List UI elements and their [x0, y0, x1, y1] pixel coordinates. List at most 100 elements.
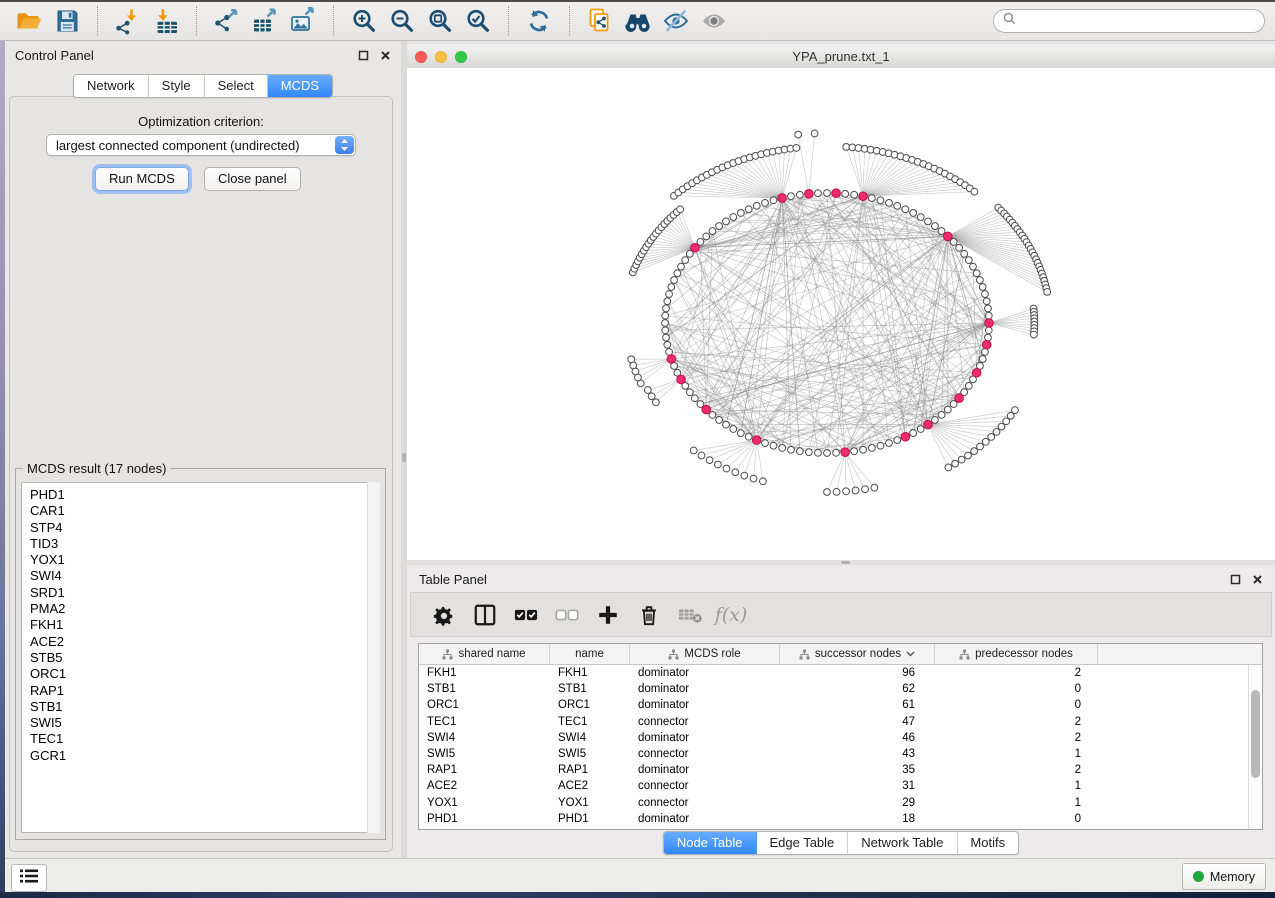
import-network-icon[interactable] [112, 5, 144, 37]
mcds-result-item[interactable]: STB1 [30, 699, 379, 715]
column-header-MCDS-role[interactable]: MCDS role [630, 644, 780, 664]
share-document-icon[interactable] [584, 5, 616, 37]
mcds-list-scrollbar[interactable] [367, 482, 380, 833]
memory-label: Memory [1210, 870, 1255, 884]
save-session-icon[interactable] [51, 5, 83, 37]
network-window-title: YPA_prune.txt_1 [407, 49, 1275, 64]
toolbar-separator [569, 6, 570, 36]
show-all-icon[interactable] [698, 5, 730, 37]
table-row[interactable]: TEC1TEC1connector472 [419, 714, 1262, 730]
close-panel-button[interactable]: Close panel [204, 167, 301, 191]
criterion-dropdown[interactable]: largest connected component (undirected) [46, 134, 356, 156]
mcds-result-item[interactable]: SWI5 [30, 715, 379, 731]
table-cell: 47 [780, 714, 935, 730]
run-mcds-button[interactable]: Run MCDS [95, 167, 189, 191]
float-table-panel-icon[interactable] [1229, 573, 1241, 585]
tab-select[interactable]: Select [205, 75, 268, 97]
table-cell: RAP1 [419, 762, 550, 778]
hide-selected-icon[interactable] [660, 5, 692, 37]
search-box[interactable] [993, 9, 1265, 33]
mcds-result-item[interactable]: GCR1 [30, 748, 379, 764]
table-row[interactable]: SWI4SWI4dominator462 [419, 730, 1262, 746]
zoom-out-icon[interactable] [386, 5, 418, 37]
mcds-result-item[interactable]: ACE2 [30, 634, 379, 650]
table-cell: 43 [780, 746, 935, 762]
memory-button[interactable]: Memory [1182, 863, 1266, 890]
mcds-result-item[interactable]: PHD1 [30, 487, 379, 503]
mcds-result-item[interactable]: STB5 [30, 650, 379, 666]
mcds-result-item[interactable]: PMA2 [30, 601, 379, 617]
table-row[interactable]: ORC1ORC1dominator610 [419, 697, 1262, 713]
table-row[interactable]: FKH1FKH1dominator962 [419, 665, 1262, 681]
mcds-result-item[interactable]: FKH1 [30, 617, 379, 633]
select-all-rows-icon[interactable] [509, 598, 543, 632]
column-header-successor-nodes[interactable]: successor nodes [780, 644, 935, 664]
mcds-result-item[interactable]: TEC1 [30, 731, 379, 747]
split-table-panel-icon[interactable] [468, 598, 502, 632]
mcds-result-item[interactable]: TID3 [30, 536, 379, 552]
tab-style[interactable]: Style [149, 75, 205, 97]
network-canvas[interactable] [407, 68, 1275, 560]
toolbar-separator [97, 6, 98, 36]
table-cell: 96 [780, 665, 935, 681]
status-bar: Memory [5, 858, 1275, 893]
mcds-result-item[interactable]: STP4 [30, 520, 379, 536]
mcds-result-item[interactable]: SWI4 [30, 568, 379, 584]
float-panel-icon[interactable] [357, 49, 369, 61]
table-row[interactable]: STB1STB1dominator620 [419, 681, 1262, 697]
table-tab-edge-table[interactable]: Edge Table [756, 832, 848, 854]
zoom-selected-icon[interactable] [462, 5, 494, 37]
export-network-icon[interactable] [211, 5, 243, 37]
open-session-icon[interactable] [13, 5, 45, 37]
table-row[interactable]: ACE2ACE2connector311 [419, 778, 1262, 794]
zoom-in-icon[interactable] [348, 5, 380, 37]
mcds-result-item[interactable]: RAP1 [30, 683, 379, 699]
table-cell: FKH1 [419, 665, 550, 681]
column-header-predecessor-nodes[interactable]: predecessor nodes [935, 644, 1098, 664]
column-label: shared name [458, 648, 525, 660]
tab-mcds[interactable]: MCDS [268, 75, 332, 97]
delete-row-icon[interactable] [632, 598, 666, 632]
mcds-result-list[interactable]: PHD1CAR1STP4TID3YOX1SWI4SRD1PMA2FKH1ACE2… [21, 482, 380, 833]
zoom-fit-icon[interactable] [424, 5, 456, 37]
close-table-panel-icon[interactable] [1251, 573, 1263, 585]
optimization-criterion-label: Optimization criterion: [10, 114, 392, 129]
table-tab-node-table[interactable]: Node Table [664, 832, 757, 854]
mcds-result-item[interactable]: ORC1 [30, 666, 379, 682]
table-tab-motifs[interactable]: Motifs [957, 832, 1018, 854]
refresh-layout-icon[interactable] [523, 5, 555, 37]
table-cell: dominator [630, 811, 780, 827]
add-row-icon[interactable] [591, 598, 625, 632]
table-cell: 61 [780, 697, 935, 713]
mcds-result-item[interactable]: SRD1 [30, 585, 379, 601]
search-network-icon[interactable] [622, 5, 654, 37]
tab-network[interactable]: Network [74, 75, 149, 97]
mcds-panel: Optimization criterion: largest connecte… [9, 96, 393, 852]
table-row[interactable]: PHD1PHD1dominator180 [419, 811, 1262, 827]
table-cell: 1 [935, 778, 1098, 794]
mcds-result-item[interactable]: CAR1 [30, 503, 379, 519]
export-table-icon[interactable] [249, 5, 281, 37]
control-panel-titlebar: Control Panel [5, 41, 401, 69]
panel-list-button[interactable] [11, 864, 47, 892]
import-table-icon[interactable] [150, 5, 182, 37]
deselect-all-rows-icon[interactable] [550, 598, 584, 632]
column-header-name[interactable]: name [550, 644, 630, 664]
export-image-icon[interactable] [287, 5, 319, 37]
table-scrollbar[interactable] [1248, 665, 1262, 829]
table-row[interactable]: SWI5SWI5connector431 [419, 746, 1262, 762]
table-panel-titlebar: Table Panel [407, 565, 1275, 593]
table-row[interactable]: RAP1RAP1dominator352 [419, 762, 1262, 778]
table-scrollbar-thumb[interactable] [1251, 690, 1260, 778]
table-cell: ACE2 [419, 778, 550, 794]
table-cell [1098, 730, 1262, 746]
search-input[interactable] [1022, 13, 1255, 29]
toolbar-separator [508, 6, 509, 36]
column-header-shared-name[interactable]: shared name [419, 644, 550, 664]
close-panel-icon[interactable] [379, 49, 391, 61]
table-cell: YOX1 [550, 795, 630, 811]
table-row[interactable]: YOX1YOX1connector291 [419, 795, 1262, 811]
column-settings-icon[interactable] [427, 598, 461, 632]
table-tab-network-table[interactable]: Network Table [848, 832, 957, 854]
mcds-result-item[interactable]: YOX1 [30, 552, 379, 568]
